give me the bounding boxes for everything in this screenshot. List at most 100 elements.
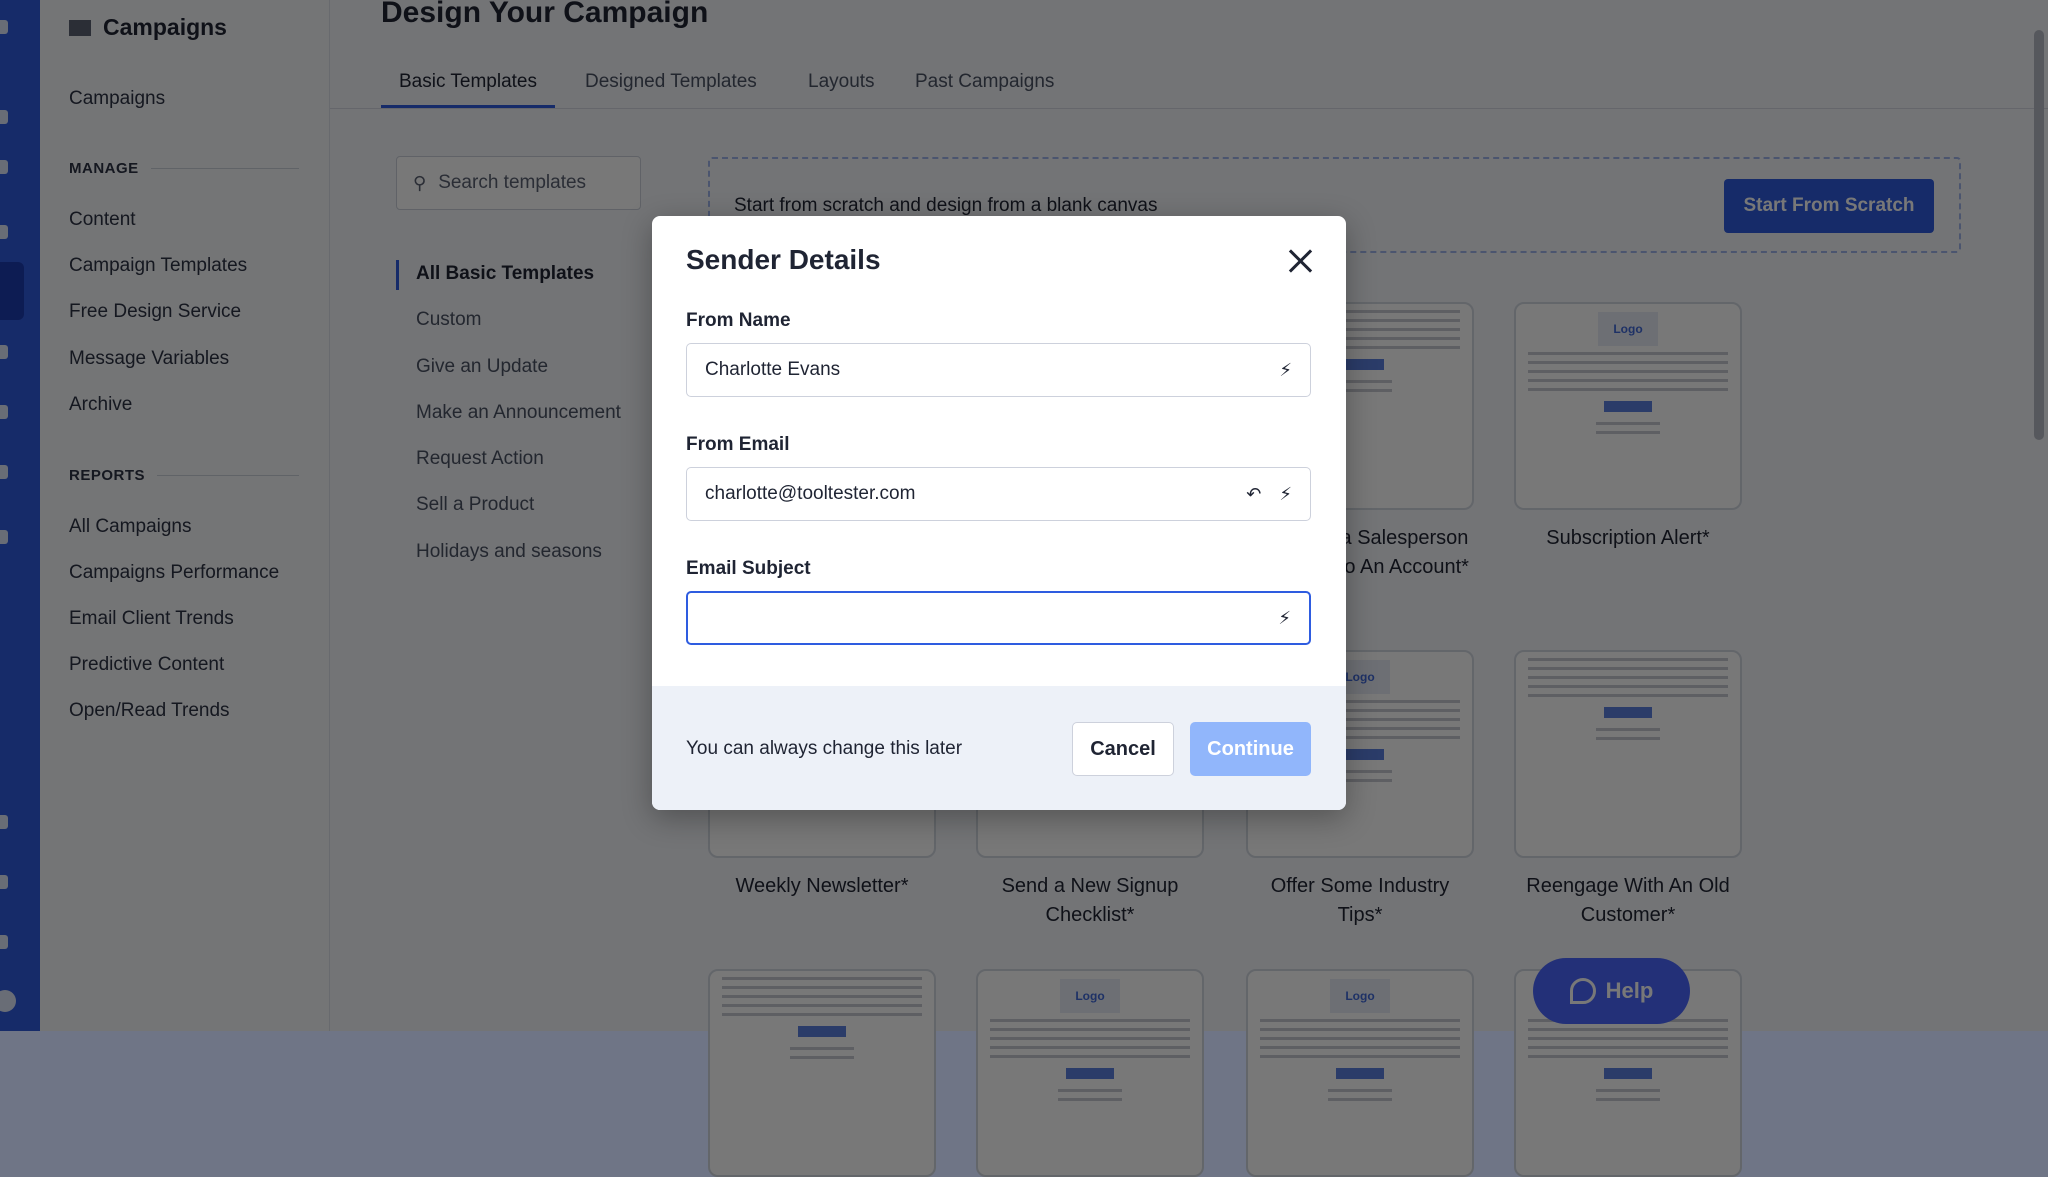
- sidebar-item-open-read-trends[interactable]: Open/Read Trends: [69, 700, 230, 722]
- sidebar-item-content[interactable]: Content: [69, 209, 136, 231]
- nav-icon[interactable]: [0, 160, 8, 174]
- active-category-indicator: [396, 260, 399, 290]
- nav-icon[interactable]: [0, 935, 8, 949]
- template-card-thumbnail[interactable]: Logo: [1514, 302, 1742, 510]
- logo-placeholder: Logo: [1330, 979, 1390, 1013]
- text-line: [1058, 1098, 1122, 1101]
- text-line: [1528, 1046, 1728, 1049]
- text-line: [722, 977, 922, 980]
- help-button[interactable]: Help: [1533, 958, 1690, 1024]
- nav-icon[interactable]: [0, 20, 8, 34]
- tab-layouts[interactable]: Layouts: [808, 71, 875, 107]
- sidebar: Campaigns Campaigns MANAGE Content Campa…: [40, 0, 330, 1031]
- envelope-icon: [69, 19, 91, 36]
- sidebar-title: Campaigns: [69, 14, 227, 41]
- template-card-title[interactable]: Reengage With An Old Customer*: [1514, 872, 1742, 930]
- category-make-an-announcement[interactable]: Make an Announcement: [416, 402, 621, 424]
- nav-icon[interactable]: [0, 405, 8, 419]
- text-line: [722, 995, 922, 998]
- template-card-thumbnail[interactable]: Logo: [1246, 969, 1474, 1177]
- text-line: [722, 986, 922, 989]
- thumbnail-button: [1604, 1068, 1652, 1079]
- template-card-title[interactable]: Offer Some Industry Tips*: [1246, 872, 1474, 930]
- template-card-title[interactable]: Send a New Signup Checklist*: [976, 872, 1204, 930]
- text-line: [1528, 694, 1728, 697]
- scrollbar[interactable]: [2034, 30, 2044, 440]
- text-line: [990, 1055, 1190, 1058]
- tab-bar: Basic Templates Designed Templates Layou…: [330, 68, 2048, 109]
- thumbnail-button: [1604, 707, 1652, 718]
- lightning-icon[interactable]: ⚡︎: [1279, 360, 1292, 381]
- text-line: [990, 1019, 1190, 1022]
- text-line: [1596, 431, 1660, 434]
- logo-placeholder: Logo: [1598, 312, 1658, 346]
- template-card-title[interactable]: Subscription Alert*: [1514, 524, 1742, 553]
- nav-icon[interactable]: [0, 225, 8, 239]
- tab-designed-templates[interactable]: Designed Templates: [585, 71, 757, 107]
- nav-icon[interactable]: [0, 345, 8, 359]
- text-line: [1058, 1089, 1122, 1092]
- text-line: [1528, 658, 1728, 661]
- category-request-action[interactable]: Request Action: [416, 448, 544, 470]
- help-label: Help: [1605, 978, 1654, 1003]
- close-icon[interactable]: [1285, 246, 1315, 276]
- manage-heading: MANAGE: [69, 160, 299, 177]
- tab-past-campaigns[interactable]: Past Campaigns: [915, 71, 1054, 107]
- sidebar-item-campaign-templates[interactable]: Campaign Templates: [69, 255, 247, 277]
- continue-button[interactable]: Continue: [1190, 722, 1311, 776]
- avatar[interactable]: [0, 990, 16, 1012]
- sidebar-title-text: Campaigns: [103, 14, 227, 40]
- reply-icon[interactable]: ↶: [1246, 484, 1261, 505]
- nav-campaigns-selected[interactable]: [0, 262, 24, 320]
- nav-icon[interactable]: [0, 815, 8, 829]
- template-card-thumbnail[interactable]: Logo: [976, 969, 1204, 1177]
- tab-basic-templates[interactable]: Basic Templates: [381, 71, 555, 108]
- text-line: [790, 1047, 854, 1050]
- text-line: [1528, 370, 1728, 373]
- template-card-thumbnail[interactable]: [708, 969, 936, 1177]
- search-icon: ⚲: [413, 172, 427, 193]
- sidebar-item-campaigns-performance[interactable]: Campaigns Performance: [69, 562, 279, 584]
- text-line: [990, 1046, 1190, 1049]
- from-email-field[interactable]: charlotte@tooltester.com ↶ ⚡︎: [686, 467, 1311, 521]
- scratch-text: Start from scratch and design from a bla…: [734, 195, 1158, 216]
- text-line: [1528, 1037, 1728, 1040]
- page-title: Design Your Campaign: [381, 0, 709, 29]
- from-email-label: From Email: [686, 434, 790, 455]
- sidebar-item-predictive-content[interactable]: Predictive Content: [69, 654, 224, 676]
- sidebar-item-message-variables[interactable]: Message Variables: [69, 348, 229, 370]
- category-custom[interactable]: Custom: [416, 309, 481, 331]
- category-sell-a-product[interactable]: Sell a Product: [416, 494, 534, 516]
- category-holidays-and-seasons[interactable]: Holidays and seasons: [416, 541, 602, 563]
- sidebar-item-all-campaigns[interactable]: All Campaigns: [69, 516, 192, 538]
- text-line: [990, 1037, 1190, 1040]
- nav-icon[interactable]: [0, 530, 8, 544]
- search-placeholder: Search templates: [438, 172, 587, 193]
- text-line: [1260, 1019, 1460, 1022]
- category-give-an-update[interactable]: Give an Update: [416, 356, 548, 378]
- sidebar-item-archive[interactable]: Archive: [69, 394, 132, 416]
- cancel-button[interactable]: Cancel: [1072, 722, 1174, 776]
- from-name-field[interactable]: Charlotte Evans ⚡︎: [686, 343, 1311, 397]
- lightning-icon[interactable]: ⚡︎: [1279, 484, 1292, 505]
- nav-icon[interactable]: [0, 875, 8, 889]
- text-line: [1528, 676, 1728, 679]
- text-line: [1528, 361, 1728, 364]
- category-all-basic-templates[interactable]: All Basic Templates: [416, 263, 594, 285]
- start-from-scratch-button[interactable]: Start From Scratch: [1724, 179, 1934, 233]
- text-line: [1528, 1055, 1728, 1058]
- search-input[interactable]: ⚲ Search templates: [396, 156, 641, 210]
- nav-icon[interactable]: [0, 465, 8, 479]
- lightning-icon[interactable]: ⚡︎: [1278, 608, 1291, 629]
- template-card-title[interactable]: Weekly Newsletter*: [708, 872, 936, 901]
- text-line: [1260, 1055, 1460, 1058]
- email-subject-field[interactable]: ⚡︎: [686, 591, 1311, 645]
- text-line: [1260, 1037, 1460, 1040]
- nav-icon[interactable]: [0, 110, 8, 124]
- sidebar-item-free-design-service[interactable]: Free Design Service: [69, 301, 241, 323]
- sidebar-item-email-client-trends[interactable]: Email Client Trends: [69, 608, 234, 630]
- thumbnail-button: [1066, 1068, 1114, 1079]
- text-line: [1596, 737, 1660, 740]
- template-card-thumbnail[interactable]: [1514, 650, 1742, 858]
- sidebar-item-campaigns[interactable]: Campaigns: [69, 88, 165, 110]
